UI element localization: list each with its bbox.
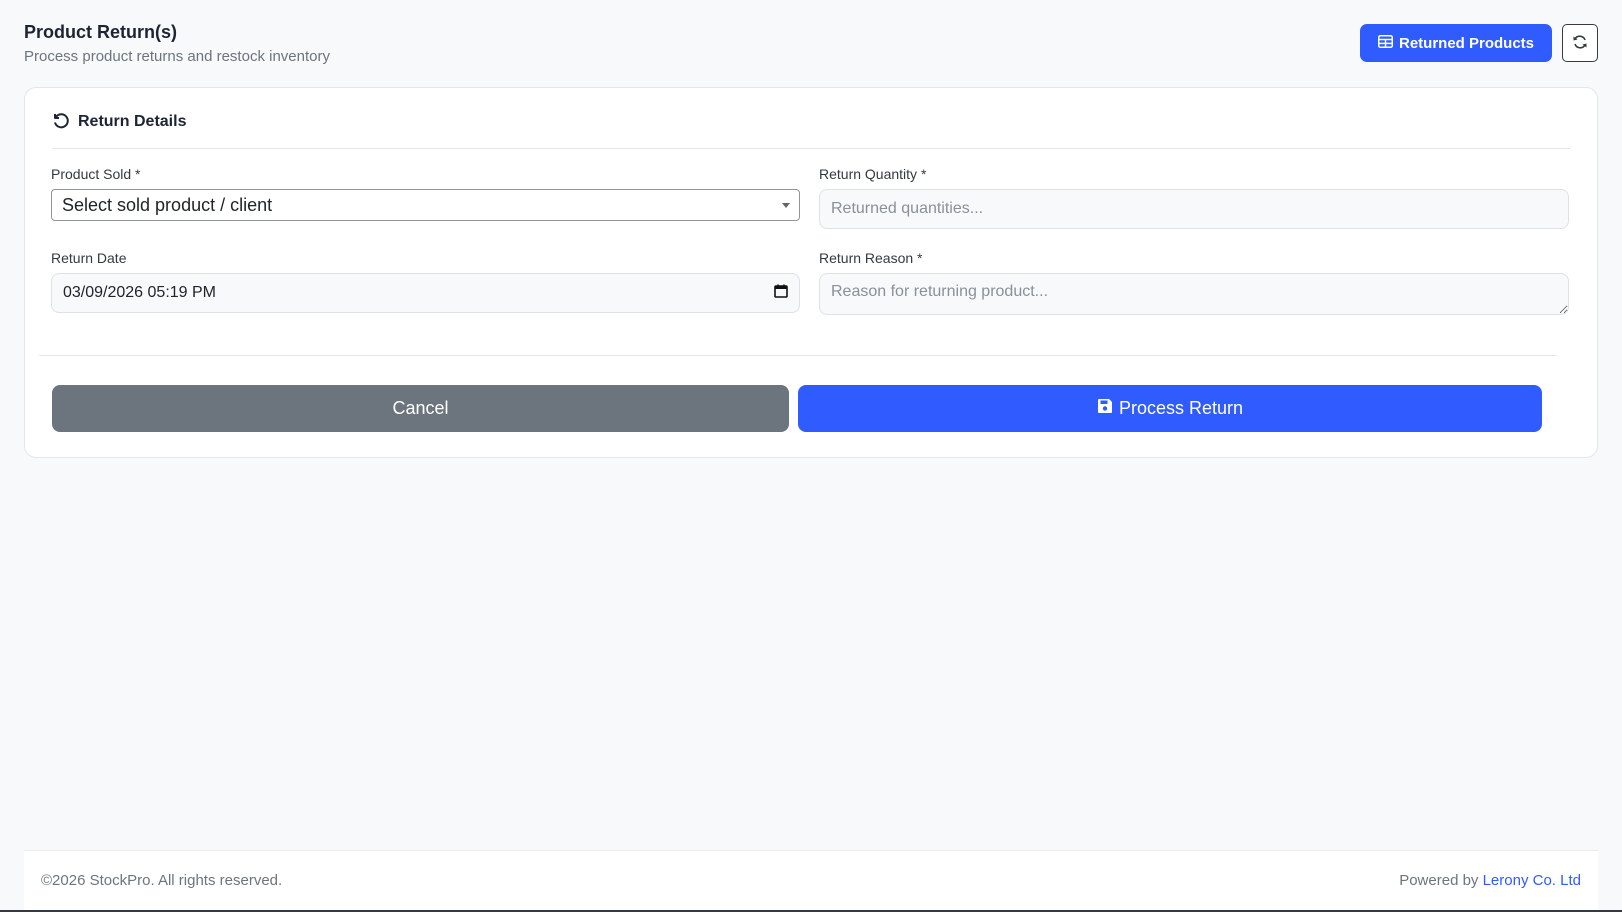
product-sold-field: Product Sold * Select sold product / cli…	[51, 166, 800, 221]
return-quantity-field: Return Quantity *	[819, 166, 1569, 229]
card-header: Return Details	[52, 112, 1570, 149]
table-icon	[1377, 34, 1393, 52]
undo-icon	[52, 112, 70, 135]
return-details-card: Return Details Product Sold * Select sol…	[24, 87, 1598, 458]
product-sold-label: Product Sold *	[51, 166, 141, 182]
company-link[interactable]: Lerony Co. Ltd	[1483, 872, 1581, 889]
return-reason-field: Return Reason *	[819, 250, 1569, 320]
return-quantity-input[interactable]	[819, 189, 1569, 229]
product-sold-value: Select sold product / client	[62, 194, 273, 215]
page-title: Product Return(s)	[24, 22, 177, 42]
returned-products-button[interactable]: Returned Products	[1359, 24, 1552, 62]
page-header: Product Return(s) Process product return…	[24, 22, 1598, 70]
refresh-button[interactable]	[1562, 24, 1598, 62]
save-icon	[1097, 398, 1113, 419]
divider	[39, 355, 1557, 356]
process-return-button[interactable]: Process Return	[798, 385, 1542, 432]
product-sold-select[interactable]: Select sold product / client	[51, 189, 800, 221]
footer-copyright: ©2026 StockPro. All rights reserved.	[41, 872, 283, 889]
cancel-button[interactable]: Cancel	[52, 385, 789, 432]
powered-by-text: Powered by	[1399, 872, 1483, 889]
calendar-icon[interactable]	[774, 284, 788, 303]
footer-powered-by: Powered by Lerony Co. Ltd	[1399, 872, 1581, 889]
return-quantity-label: Return Quantity *	[819, 166, 927, 182]
return-date-value: 03/09/2026 05:19 PM	[63, 284, 217, 301]
process-return-label: Process Return	[1118, 398, 1244, 418]
return-date-field: Return Date 03/09/2026 05:19 PM	[51, 250, 800, 313]
header-actions: Returned Products	[1359, 24, 1598, 62]
footer: ©2026 StockPro. All rights reserved. Pow…	[24, 850, 1598, 912]
chevron-down-icon	[782, 203, 790, 208]
page: Product Return(s) Process product return…	[0, 0, 1622, 912]
page-subtitle: Process product returns and restock inve…	[24, 48, 330, 65]
return-date-input[interactable]: 03/09/2026 05:19 PM	[51, 273, 800, 313]
return-reason-textarea[interactable]	[819, 273, 1569, 315]
refresh-icon	[1572, 34, 1588, 53]
return-reason-label: Return Reason *	[819, 250, 923, 266]
return-date-label: Return Date	[51, 250, 127, 266]
card-title: Return Details	[78, 113, 187, 130]
returned-products-label: Returned Products	[1398, 34, 1534, 52]
